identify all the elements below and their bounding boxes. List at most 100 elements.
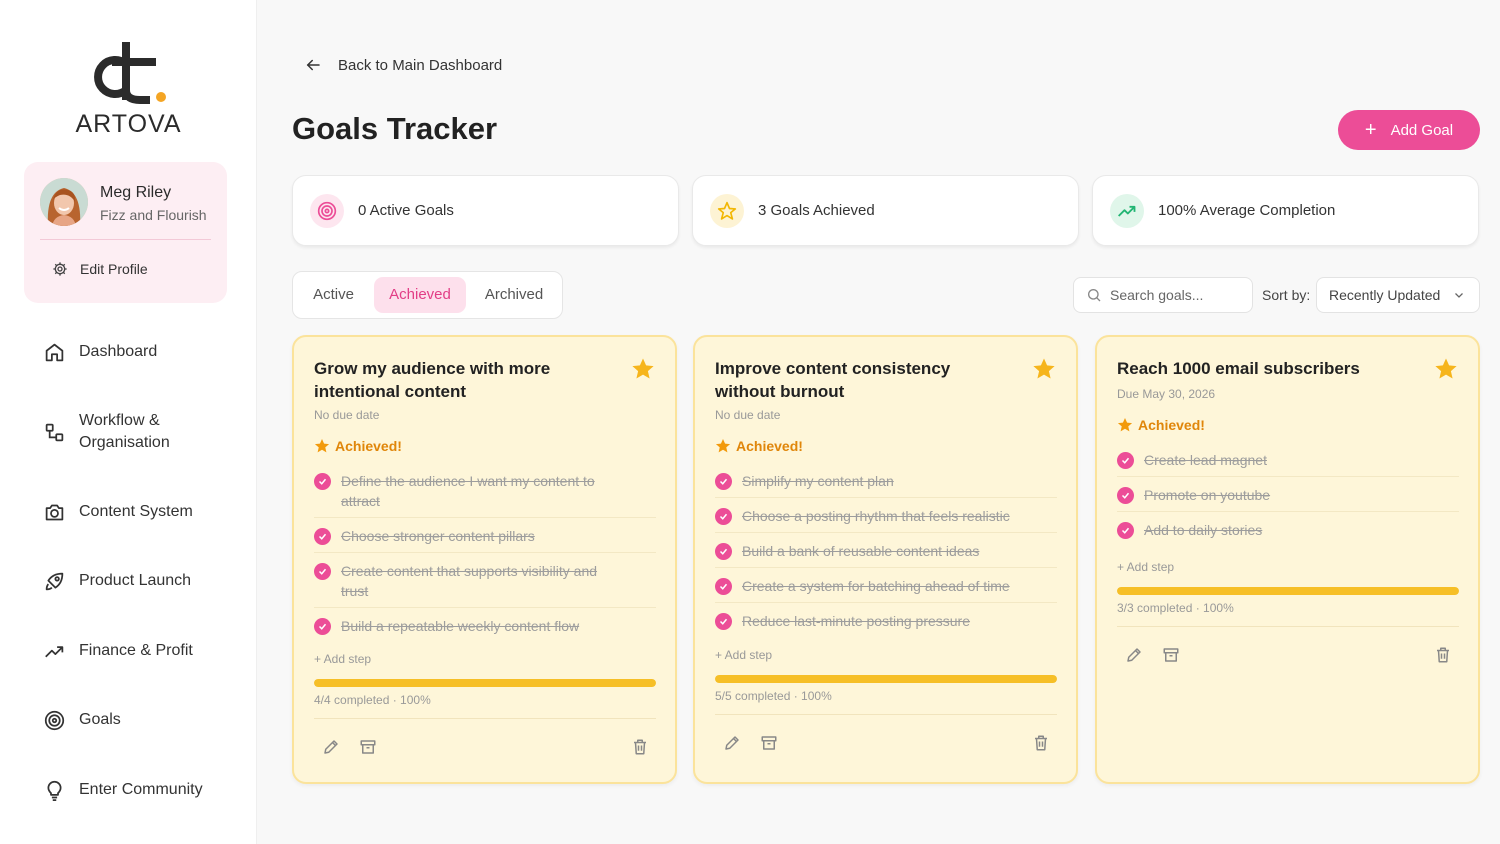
step-text: Build a bank of reusable content ideas <box>742 543 980 559</box>
sidebar-item-content-system[interactable]: Content System <box>44 501 193 523</box>
sort-value: Recently Updated <box>1329 287 1441 303</box>
list-item: Choose a posting rhythm that feels reali… <box>715 498 1057 533</box>
goal-title: Improve content consistency without burn… <box>715 359 951 401</box>
archive-icon[interactable] <box>359 738 377 756</box>
plus-icon: + <box>1364 119 1377 141</box>
check-icon[interactable] <box>1117 452 1134 469</box>
step-text: Create a system for batching ahead of ti… <box>742 578 1010 594</box>
trending-up-icon <box>44 641 65 662</box>
card-divider <box>314 718 656 719</box>
edit-icon[interactable] <box>322 738 340 756</box>
check-icon[interactable] <box>314 473 331 490</box>
check-icon[interactable] <box>715 508 732 525</box>
sidebar-item-workflow[interactable]: Workflow & Organisation <box>44 410 179 454</box>
sidebar-item-dashboard[interactable]: Dashboard <box>44 341 157 363</box>
goal-card: Improve content consistency without burn… <box>693 335 1078 784</box>
star-icon <box>314 439 330 453</box>
list-item: Create content that supports visibility … <box>314 553 656 608</box>
tab-active[interactable]: Active <box>299 277 368 313</box>
sidebar-item-product-launch[interactable]: Product Launch <box>44 570 191 592</box>
goal-due-date: No due date <box>715 408 781 422</box>
goal-due-date: Due May 30, 2026 <box>1117 387 1216 401</box>
goal-card: Reach 1000 email subscribers Due May 30,… <box>1095 335 1480 784</box>
progress-bar <box>715 675 1057 683</box>
achieved-label: Achieved! <box>1138 417 1205 433</box>
search-input[interactable] <box>1110 287 1240 303</box>
brand-logo[interactable]: ARTOVA <box>0 38 257 139</box>
step-text: Simplify my content plan <box>742 473 894 489</box>
progress-text: 5/5 completed · 100% <box>715 689 832 703</box>
edit-icon[interactable] <box>723 734 741 752</box>
sidebar: ARTOVA Meg Riley Fizz and Flourish Edit … <box>0 0 257 844</box>
sidebar-item-label: Goals <box>79 711 121 728</box>
achieved-label: Achieved! <box>335 438 402 454</box>
achieved-badge: Achieved! <box>715 438 803 454</box>
step-text: Add to daily stories <box>1144 522 1263 538</box>
target-icon <box>310 193 344 228</box>
progress-text: 3/3 completed · 100% <box>1117 601 1234 615</box>
star-icon[interactable] <box>1032 357 1056 381</box>
check-icon[interactable] <box>715 543 732 560</box>
check-icon[interactable] <box>715 578 732 595</box>
avatar[interactable] <box>40 178 88 226</box>
sidebar-item-label: Enter Community <box>79 781 203 798</box>
profile-divider <box>40 239 211 240</box>
add-step-button[interactable]: + Add step <box>715 648 772 662</box>
edit-profile-button[interactable]: Edit Profile <box>52 261 148 277</box>
trending-up-icon <box>1110 193 1144 228</box>
back-to-dashboard-link[interactable]: Back to Main Dashboard <box>304 56 502 74</box>
goal-due-date: No due date <box>314 408 380 422</box>
list-item: Promote on youtube <box>1117 477 1459 512</box>
progress-text: 4/4 completed · 100% <box>314 693 431 707</box>
star-icon <box>715 439 731 453</box>
sort-select[interactable]: Recently Updated <box>1316 277 1480 313</box>
trash-icon[interactable] <box>1032 734 1050 752</box>
edit-icon[interactable] <box>1125 646 1143 664</box>
star-icon[interactable] <box>631 357 655 381</box>
step-text: Create content that supports visibility … <box>341 563 598 599</box>
check-icon[interactable] <box>314 563 331 580</box>
card-divider <box>715 714 1057 715</box>
trash-icon[interactable] <box>631 738 649 756</box>
back-link-label: Back to Main Dashboard <box>338 56 503 74</box>
check-icon[interactable] <box>1117 522 1134 539</box>
step-list: Simplify my content plan Choose a postin… <box>715 463 1057 637</box>
list-item: Build a repeatable weekly content flow <box>314 608 656 642</box>
tab-archived[interactable]: Archived <box>472 277 556 313</box>
stat-average-completion: 100% Average Completion <box>1092 175 1479 246</box>
sidebar-item-community[interactable]: Enter Community <box>44 779 203 801</box>
list-item: Simplify my content plan <box>715 463 1057 498</box>
trash-icon[interactable] <box>1434 646 1452 664</box>
add-goal-button[interactable]: + Add Goal <box>1338 110 1480 150</box>
achieved-badge: Achieved! <box>1117 417 1205 433</box>
check-icon[interactable] <box>715 473 732 490</box>
step-list: Create lead magnet Promote on youtube Ad… <box>1117 442 1459 546</box>
list-item: Reduce last-minute posting pressure <box>715 603 1057 637</box>
archive-icon[interactable] <box>1162 646 1180 664</box>
check-icon[interactable] <box>715 613 732 630</box>
check-icon[interactable] <box>1117 487 1134 504</box>
arrow-left-icon <box>306 59 320 71</box>
camera-icon <box>44 502 65 523</box>
add-step-button[interactable]: + Add step <box>1117 560 1174 574</box>
list-item: Add to daily stories <box>1117 512 1459 546</box>
goal-card: Grow my audience with more intentional c… <box>292 335 677 784</box>
check-icon[interactable] <box>314 528 331 545</box>
sidebar-item-goals[interactable]: Goals <box>44 709 121 731</box>
progress-bar <box>314 679 656 687</box>
star-icon <box>1117 418 1133 432</box>
step-list: Define the audience I want my content to… <box>314 463 656 642</box>
add-goal-label: Add Goal <box>1390 121 1454 139</box>
check-icon[interactable] <box>314 618 331 635</box>
star-icon[interactable] <box>1434 357 1458 381</box>
tab-achieved[interactable]: Achieved <box>374 277 466 313</box>
page-title: Goals Tracker <box>292 111 498 146</box>
lightbulb-icon <box>44 780 65 801</box>
archive-icon[interactable] <box>760 734 778 752</box>
stat-active-goals: 0 Active Goals <box>292 175 679 246</box>
chevron-down-icon <box>1455 293 1463 298</box>
home-icon <box>44 342 65 363</box>
progress-bar <box>1117 587 1459 595</box>
add-step-button[interactable]: + Add step <box>314 652 371 666</box>
sidebar-item-finance[interactable]: Finance & Profit <box>44 640 193 662</box>
